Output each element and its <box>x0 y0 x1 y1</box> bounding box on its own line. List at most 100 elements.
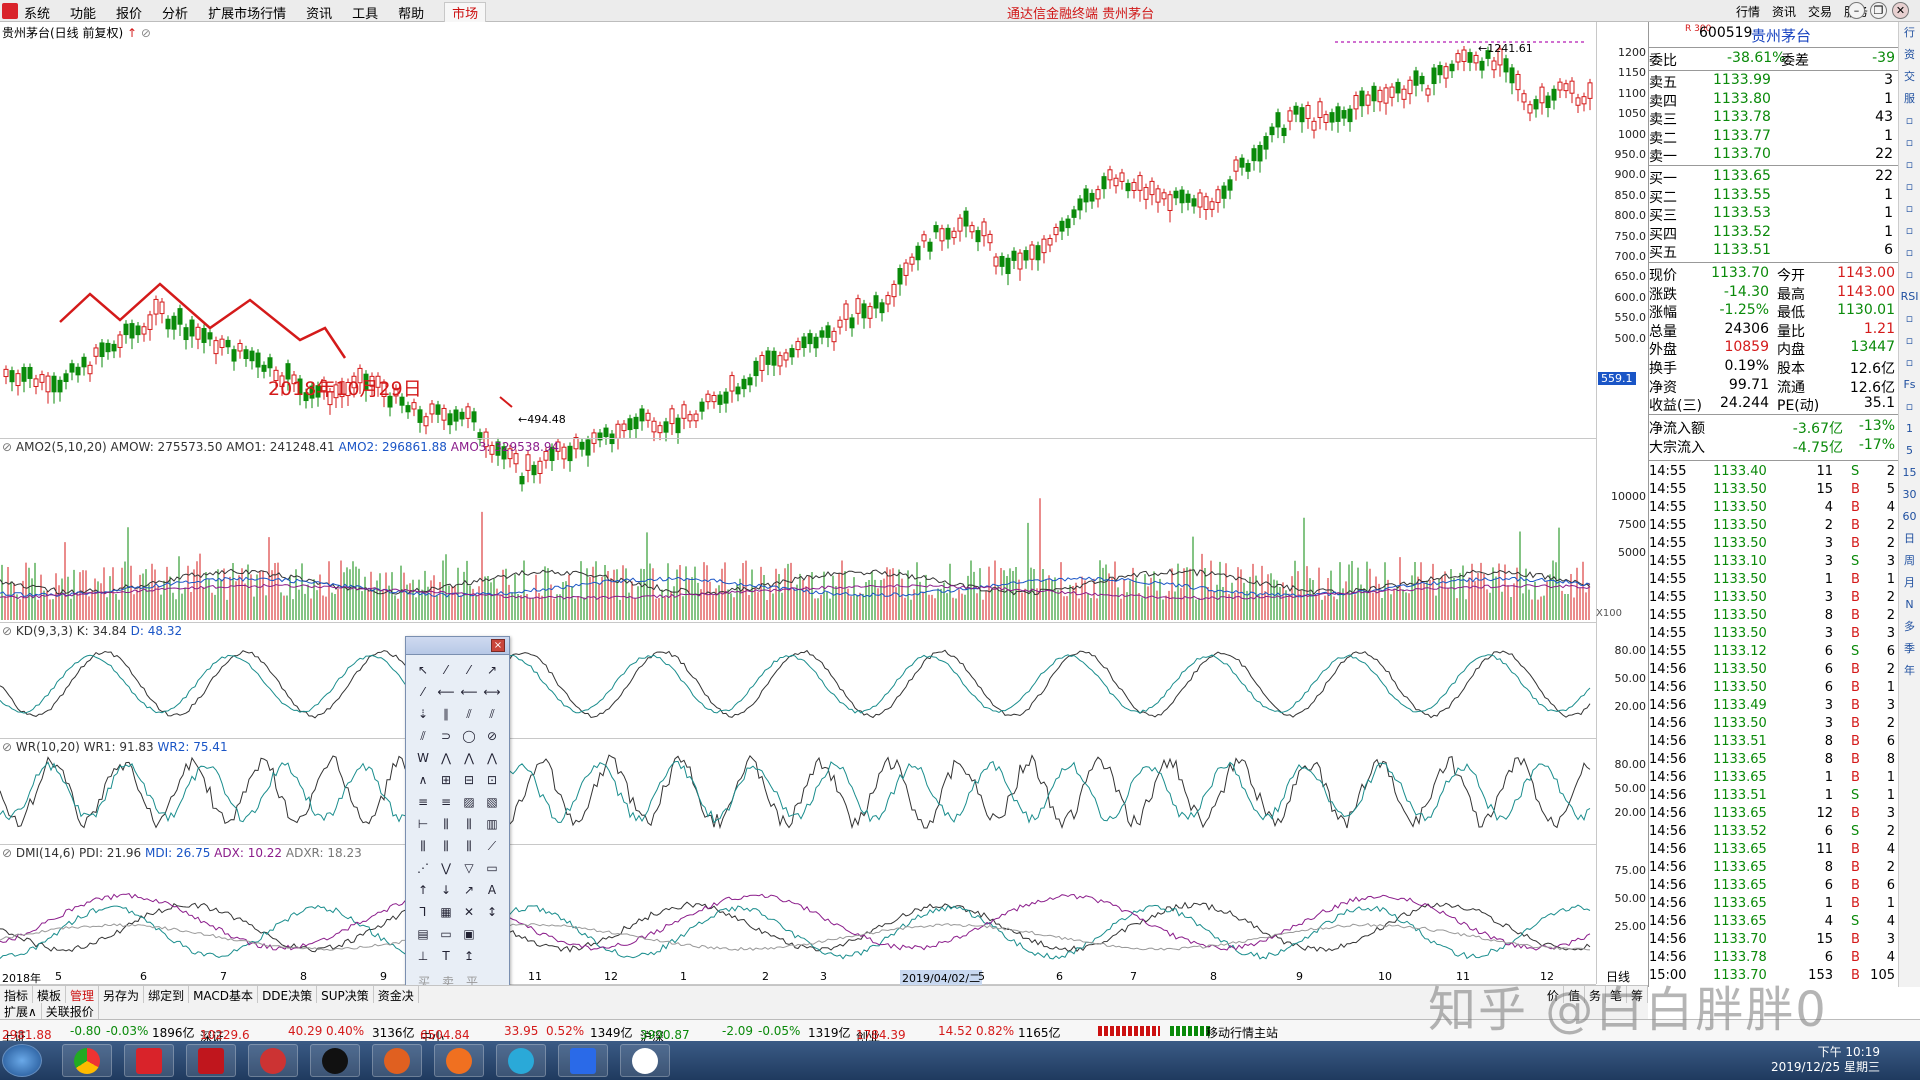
right-tool-1[interactable]: 资 <box>1899 44 1920 66</box>
menu-item-1[interactable]: 功能 <box>70 3 96 23</box>
drawing-tool-button[interactable]: ⋀ <box>458 747 480 769</box>
drawing-tool-button[interactable]: ◯ <box>458 725 480 747</box>
drawing-tool-button[interactable]: ⊡ <box>481 769 503 791</box>
kline-canvas[interactable] <box>0 22 1652 987</box>
drawing-tool-button[interactable] <box>481 923 503 945</box>
drawing-tool-button[interactable]: ⋁ <box>435 857 457 879</box>
drawing-tool-button[interactable]: ⊢ <box>412 813 434 835</box>
drawing-tool-button[interactable]: ⋀ <box>435 747 457 769</box>
right-menu-item-0[interactable]: 行情 <box>1736 3 1760 20</box>
drawing-tool-button[interactable]: ▧ <box>481 791 503 813</box>
palette-close-icon[interactable]: × <box>491 639 505 652</box>
drawing-tool-button[interactable]: Ꞁ <box>412 901 434 923</box>
right-tool-3[interactable]: 服 <box>1899 88 1920 110</box>
drawing-tool-button[interactable]: ⫽ <box>458 703 480 725</box>
right-menu-item-2[interactable]: 交易 <box>1808 3 1832 20</box>
right-tool-6[interactable]: ▫ <box>1899 154 1920 176</box>
right-tool-21[interactable]: 30 <box>1899 484 1920 506</box>
drawing-tool-button[interactable]: ↥ <box>458 945 480 967</box>
right-tool-22[interactable]: 60 <box>1899 506 1920 528</box>
palette-titlebar[interactable]: × <box>406 637 509 655</box>
right-tool-16[interactable]: Fs <box>1899 374 1920 396</box>
right-tool-27[interactable]: 多 <box>1899 616 1920 638</box>
drawing-tool-button[interactable]: ⊃ <box>435 725 457 747</box>
right-tool-15[interactable]: ▫ <box>1899 352 1920 374</box>
right-tool-20[interactable]: 15 <box>1899 462 1920 484</box>
start-button-icon[interactable] <box>2 1044 42 1077</box>
right-tool-0[interactable]: 行 <box>1899 22 1920 44</box>
menu-item-6[interactable]: 工具 <box>352 3 378 23</box>
drawing-tool-button[interactable]: T <box>435 945 457 967</box>
drawing-tool-button[interactable] <box>481 945 503 967</box>
drawing-tool-button[interactable]: ↓ <box>435 879 457 901</box>
drawing-tool-button[interactable]: ⫼ <box>435 835 457 857</box>
indicator-tab[interactable]: 指标 <box>0 986 34 1003</box>
drawing-tool-button[interactable]: ▭ <box>481 857 503 879</box>
drawing-tool-button[interactable]: ∥ <box>435 703 457 725</box>
drawing-tool-button[interactable]: ⊞ <box>435 769 457 791</box>
media-player-icon[interactable] <box>496 1044 546 1077</box>
right-tool-9[interactable]: ▫ <box>1899 220 1920 242</box>
mobile-station-label[interactable]: 移动行情主站 <box>1206 1024 1278 1041</box>
drawing-tool-button[interactable]: ⫼ <box>458 813 480 835</box>
cards-game-icon[interactable] <box>248 1044 298 1077</box>
drawing-tool-button[interactable]: ⋰ <box>412 857 434 879</box>
drawing-tool-button[interactable]: ↗ <box>458 879 480 901</box>
indicator-tab[interactable]: DDE决策 <box>258 986 318 1003</box>
orange-app-icon[interactable] <box>434 1044 484 1077</box>
drawing-tool-button[interactable]: ⫼ <box>412 835 434 857</box>
tdx-app-icon[interactable] <box>124 1044 174 1077</box>
drawing-tool-button[interactable]: ✕ <box>458 901 480 923</box>
right-tool-11[interactable]: ▫ <box>1899 264 1920 286</box>
indicator-tab[interactable]: SUP决策 <box>317 986 374 1003</box>
drawing-tool-button[interactable]: ≡ <box>435 791 457 813</box>
menu-item-5[interactable]: 资讯 <box>306 3 332 23</box>
right-tool-25[interactable]: 月 <box>1899 572 1920 594</box>
right-tool-4[interactable]: ▫ <box>1899 110 1920 132</box>
drawing-tool-button[interactable]: ⫼ <box>435 813 457 835</box>
drawing-tool-button[interactable]: ▦ <box>435 901 457 923</box>
mask-app-icon[interactable] <box>372 1044 422 1077</box>
right-tool-29[interactable]: 年 <box>1899 660 1920 682</box>
menu-item-0[interactable]: 系统 <box>24 3 50 23</box>
broker-app-icon[interactable] <box>186 1044 236 1077</box>
drawing-tool-button[interactable]: ⋀ <box>481 747 503 769</box>
tick-trade-list[interactable]: 14:55 1133.40 11 S 2 14:55 1133.50 15 B 5 14:55 113… <box>1649 464 1899 986</box>
menu-item-7[interactable]: 帮助 <box>398 3 424 23</box>
drawing-tool-button[interactable]: ⊘ <box>481 725 503 747</box>
chrome-icon[interactable] <box>62 1044 112 1077</box>
right-tool-17[interactable]: ▫ <box>1899 396 1920 418</box>
drawing-tool-button[interactable]: ≡ <box>412 791 434 813</box>
right-menu-item-1[interactable]: 资讯 <box>1772 3 1796 20</box>
drawing-tool-button[interactable]: ▨ <box>458 791 480 813</box>
drawing-tool-button[interactable]: ↖ <box>412 659 434 681</box>
drawing-tool-button[interactable]: ▣ <box>458 923 480 945</box>
right-tool-8[interactable]: ▫ <box>1899 198 1920 220</box>
right-tool-2[interactable]: 交 <box>1899 66 1920 88</box>
drawing-tool-button[interactable]: ⁄ <box>435 659 457 681</box>
right-tool-13[interactable]: ▫ <box>1899 308 1920 330</box>
drawing-tool-button[interactable]: ▭ <box>435 923 457 945</box>
right-tool-14[interactable]: ▫ <box>1899 330 1920 352</box>
drawing-tool-button[interactable]: ▤ <box>412 923 434 945</box>
right-tool-10[interactable]: ▫ <box>1899 242 1920 264</box>
cloud-app-icon[interactable] <box>620 1044 670 1077</box>
extension-tab[interactable]: 关联报价 <box>42 1003 99 1019</box>
right-tool-23[interactable]: 日 <box>1899 528 1920 550</box>
system-clock[interactable]: 下午 10:19 2019/12/25 星期三 <box>1771 1045 1880 1075</box>
right-tool-26[interactable]: N <box>1899 594 1920 616</box>
indicator-tab[interactable]: 绑定到 <box>144 986 190 1003</box>
right-tool-19[interactable]: 5 <box>1899 440 1920 462</box>
indicator-tab[interactable]: 资金决 <box>374 986 419 1003</box>
minimize-icon[interactable]: – <box>1848 2 1865 19</box>
drawing-tool-button[interactable]: ⫽ <box>412 725 434 747</box>
drawing-tool-palette[interactable]: × ↖ ⁄ ⁄ ↗ ⁄ ⟵ ⟵ ⟷ ⇣ ∥ ⫽ ⫽ ⫽ ⊃ ◯ ⊘ W ⋀ ⋀ ⋀ ∧ ⊞ ⊟ ⊡ ≡ ≡ ▨ ▧ ⊢ ⫼ ⫼ ▥ ⫼ ⫼ ⫼ ⟋ ⋰ ⋁… <box>405 636 510 990</box>
drawing-tool-button[interactable]: ⇣ <box>412 703 434 725</box>
drawing-tool-button[interactable]: ⊟ <box>458 769 480 791</box>
drawing-tool-button[interactable]: ⟋ <box>481 835 503 857</box>
drawing-tool-button[interactable]: ⫽ <box>481 703 503 725</box>
wps-icon[interactable] <box>558 1044 608 1077</box>
indicator-tab[interactable]: 另存为 <box>99 986 145 1003</box>
qq-icon[interactable] <box>310 1044 360 1077</box>
right-tool-18[interactable]: 1 <box>1899 418 1920 440</box>
